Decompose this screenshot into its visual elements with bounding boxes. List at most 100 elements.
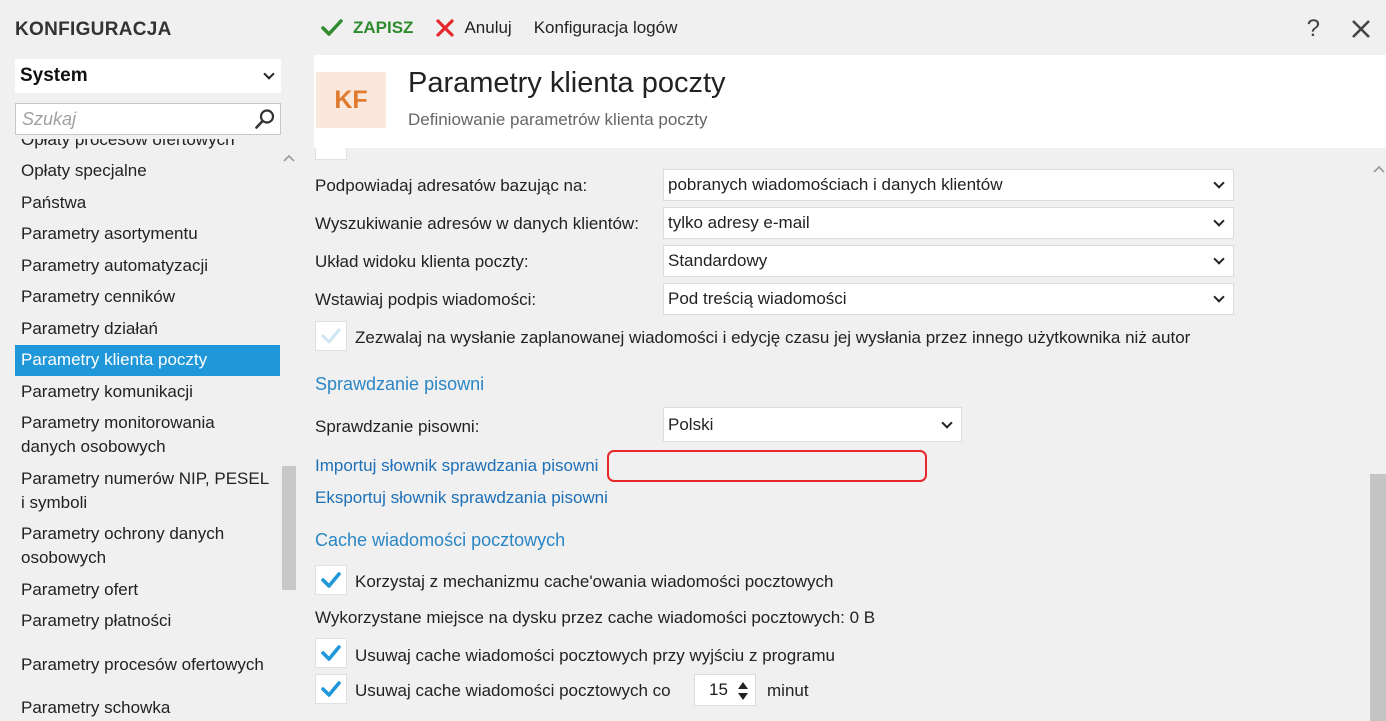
clear-every-label: Usuwaj cache wiadomości pocztowych co: [355, 681, 671, 700]
sidebar: KONFIGURACJA System Opłaty procesów ofer…: [0, 0, 298, 721]
sidebar-item[interactable]: Parametry monitorowania danych osobowych: [15, 408, 280, 464]
checkmark-icon: [321, 19, 343, 36]
sidebar-scrollbar-thumb[interactable]: [282, 466, 296, 590]
logs-config-label: Konfiguracja logów: [533, 18, 678, 37]
scroll-up-icon[interactable]: [1372, 163, 1386, 175]
settings-panel: Podpowiadaj adresatów bazując na: pobran…: [300, 148, 1368, 721]
sidebar-item-label: Parametry asortymentu: [21, 224, 198, 244]
address-search-dropdown[interactable]: tylko adresy e-mail: [663, 207, 1234, 239]
spelling-value: Polski: [668, 414, 714, 434]
layout-dropdown[interactable]: Standardowy: [663, 245, 1234, 277]
app-title: KONFIGURACJA: [15, 19, 172, 40]
sidebar-item-label: Parametry ochrony danych osobowych: [21, 524, 225, 568]
toolbar: ZAPISZ Anuluj Konfiguracja logów: [320, 14, 693, 42]
spelling-dropdown[interactable]: Polski: [663, 407, 962, 442]
sidebar-item[interactable]: Parametry ofert: [15, 574, 280, 606]
page-header: KF Parametry klienta poczty Definiowanie…: [314, 55, 1386, 148]
system-select[interactable]: System: [15, 59, 281, 93]
sidebar-item-label: Parametry cenników: [21, 287, 176, 307]
checkmark-icon: [321, 328, 341, 344]
address-search-value: tylko adresy e-mail: [668, 213, 810, 232]
suggest-value: pobranych wiadomościach i danych klientó…: [668, 175, 1003, 194]
sidebar-item[interactable]: Opłaty specjalne: [15, 156, 280, 188]
sidebar-item[interactable]: Państwa: [15, 187, 280, 219]
layout-value: Standardowy: [668, 251, 768, 270]
page-title: Parametry klienta poczty: [408, 67, 726, 99]
signature-dropdown[interactable]: Pod treścią wiadomości: [663, 283, 1234, 315]
minutes-stepper[interactable]: 15: [694, 674, 756, 706]
sidebar-item[interactable]: Parametry schowka: [15, 693, 280, 721]
main-scrollbar-thumb[interactable]: [1370, 474, 1386, 721]
spelling-section-title: Sprawdzanie pisowni: [315, 374, 485, 394]
sidebar-item[interactable]: Parametry ochrony danych osobowych: [15, 519, 280, 575]
signature-label: Wstawiaj podpis wiadomości:: [315, 290, 537, 309]
save-label: ZAPISZ: [353, 18, 414, 37]
sidebar-item-label: Parametry schowka: [21, 698, 171, 718]
page-subtitle: Definiowanie parametrów klienta poczty: [408, 110, 708, 129]
suggest-dropdown[interactable]: pobranych wiadomościach i danych klientó…: [663, 169, 1234, 201]
sidebar-item-label: Parametry procesów ofertowych: [21, 654, 264, 674]
x-icon: [436, 19, 455, 37]
sidebar-item[interactable]: Opłaty procesów ofertowych: [15, 139, 280, 156]
cancel-label: Anuluj: [464, 18, 512, 37]
chevron-down-icon: [1213, 177, 1225, 189]
address-search-label: Wyszukiwanie adresów w danych klientów:: [315, 214, 639, 233]
sidebar-item-label: Parametry ofert: [21, 579, 139, 599]
clear-on-exit-label: Usuwaj cache wiadomości pocztowych przy …: [355, 646, 835, 665]
help-icon[interactable]: ?: [1307, 15, 1320, 43]
sidebar-item-label: Opłaty procesów ofertowych: [21, 139, 235, 149]
suggest-label: Podpowiadaj adresatów bazując na:: [315, 176, 588, 195]
checkmark-icon: [321, 572, 341, 588]
scroll-up-icon[interactable]: [282, 152, 296, 164]
sidebar-item[interactable]: Parametry automatyzacji: [15, 250, 280, 282]
sidebar-item-label: Parametry automatyzacji: [21, 255, 209, 275]
sidebar-nav-list: Opłaty procesów ofertowych Opłaty specjal…: [15, 139, 280, 721]
sidebar-item-label: Parametry numerów NIP, PESEL i symboli: [21, 468, 269, 512]
checkbox-partial[interactable]: [315, 148, 347, 160]
sidebar-item[interactable]: Parametry numerów NIP, PESEL i symboli: [15, 463, 280, 519]
window-controls: ?: [1307, 15, 1372, 43]
minutes-value: 15: [709, 680, 728, 699]
clear-every-checkbox[interactable]: [315, 674, 347, 704]
cancel-button[interactable]: Anuluj: [435, 18, 512, 38]
save-button[interactable]: ZAPISZ: [320, 18, 413, 38]
sidebar-item[interactable]: Parametry asortymentu: [15, 219, 280, 251]
allow-scheduled-label: Zezwalaj na wysłanie zaplanowanej wiadom…: [355, 328, 1191, 347]
chevron-down-icon: [1213, 215, 1225, 227]
system-select-value: System: [20, 65, 88, 86]
sidebar-item-label: Parametry monitorowania danych osobowych: [21, 413, 215, 457]
stepper-arrows-icon[interactable]: [737, 679, 749, 703]
sidebar-item[interactable]: Parametry komunikacji: [15, 376, 280, 408]
export-dictionary-link[interactable]: Eksportuj słownik sprawdzania pisowni: [315, 488, 608, 508]
use-cache-checkbox[interactable]: [315, 565, 347, 595]
sidebar-item-label: Parametry komunikacji: [21, 381, 193, 401]
sidebar-item[interactable]: Parametry działań: [15, 313, 280, 345]
checkmark-icon: [321, 645, 341, 661]
sidebar-item[interactable]: Parametry klienta poczty: [15, 344, 280, 376]
sidebar-item-label: Parametry płatności: [21, 611, 172, 631]
chevron-down-icon: [263, 68, 275, 80]
search-box[interactable]: [15, 103, 281, 135]
search-icon[interactable]: [254, 108, 276, 130]
sidebar-item[interactable]: Parametry płatności: [15, 606, 280, 638]
search-input[interactable]: [22, 108, 242, 130]
layout-label: Układ widoku klienta poczty:: [315, 252, 529, 271]
import-dictionary-link[interactable]: Importuj słownik sprawdzania pisowni: [315, 456, 598, 476]
highlight-box: [607, 450, 927, 482]
sidebar-item-label: Opłaty specjalne: [21, 161, 147, 181]
sidebar-item-label: Parametry klienta poczty: [21, 350, 208, 370]
spelling-label: Sprawdzanie pisowni:: [315, 417, 480, 436]
disk-usage-text: Wykorzystane miejsce na dysku przez cach…: [315, 608, 876, 627]
logs-config-button[interactable]: Konfiguracja logów: [534, 18, 678, 38]
clear-on-exit-checkbox[interactable]: [315, 638, 347, 668]
sidebar-item[interactable]: Parametry cenników: [15, 282, 280, 314]
chevron-down-icon: [1213, 291, 1225, 303]
checkmark-icon: [321, 681, 341, 697]
close-icon[interactable]: [1350, 18, 1372, 40]
sidebar-item[interactable]: Parametry procesów ofertowych: [15, 637, 280, 693]
use-cache-label: Korzystaj z mechanizmu cache'owania wiad…: [355, 572, 834, 591]
sidebar-item-label: Państwa: [21, 192, 87, 212]
sidebar-item-label: Parametry działań: [21, 318, 159, 338]
allow-scheduled-checkbox[interactable]: [315, 321, 347, 351]
cache-section-title: Cache wiadomości pocztowych: [315, 530, 566, 550]
